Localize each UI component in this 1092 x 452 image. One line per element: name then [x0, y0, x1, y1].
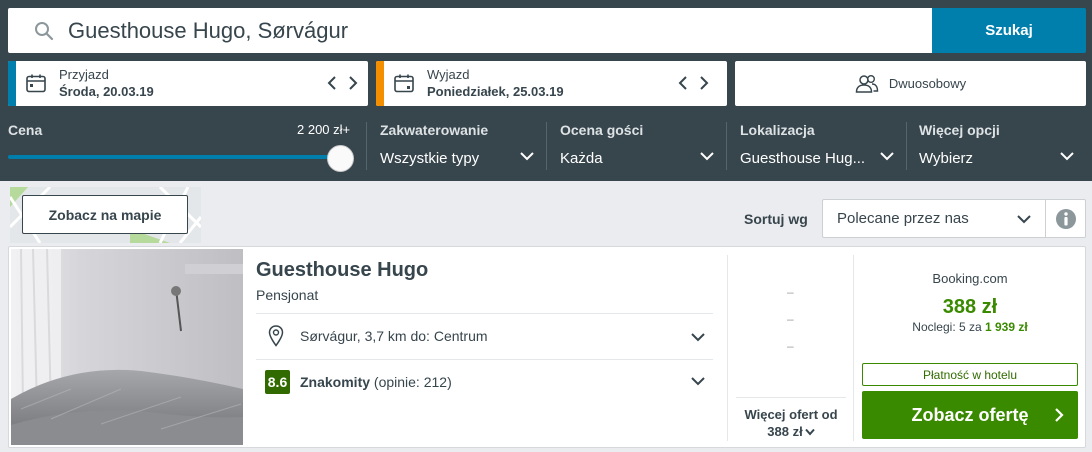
offer-placeholder: – [787, 339, 794, 353]
check-out-stripe [376, 61, 384, 106]
chevron-down-icon [691, 377, 705, 386]
row-divider [256, 313, 713, 314]
location-row[interactable]: Sørvágur, 3,7 km do: Centrum [256, 315, 713, 359]
hotel-result-card: Guesthouse Hugo Pensjonat Sørvágur, 3,7 … [8, 246, 1086, 448]
check-in-value: Środa, 20.03.19 [59, 84, 154, 99]
calendar-icon [394, 74, 414, 93]
search-value: Guesthouse Hugo, Sørvágur [68, 17, 349, 43]
more-options-filter[interactable]: Więcej opcji Wybierz [919, 122, 1075, 170]
hotel-photo-image [11, 249, 243, 445]
chevron-down-icon [700, 152, 714, 161]
check-in-date[interactable]: Przyjazd Środa, 20.03.19 [8, 61, 368, 106]
chevron-down-icon [1017, 215, 1031, 224]
location-filter-value: Guesthouse Hug... [740, 150, 866, 167]
location-text: Sørvágur, 3,7 km do: Centrum [300, 328, 488, 344]
rating-word: Znakomity [300, 374, 371, 390]
more-offers-line1: Więcej ofert od [744, 407, 838, 422]
chevron-down-icon [804, 428, 815, 436]
offer-placeholder: – [787, 312, 794, 326]
location-filter-title: Lokalizacja [740, 122, 815, 138]
more-offers-line2: 388 zł [767, 424, 803, 439]
chevron-down-icon [880, 152, 894, 161]
chevron-down-icon [1060, 152, 1074, 161]
sort-info-button[interactable] [1046, 199, 1086, 238]
view-on-map-button[interactable]: Zobacz na mapie [22, 195, 188, 234]
accommodation-filter[interactable]: Zakwaterowanie Wszystkie typy [380, 122, 536, 170]
nights-prefix: Noclegi: 5 za [912, 320, 985, 334]
rating-count: (opinie: 212) [370, 374, 452, 390]
guest-rating-filter-title: Ocena gości [560, 122, 644, 138]
price-slider-track[interactable] [8, 155, 340, 159]
filter-divider [726, 122, 727, 170]
filter-divider [546, 122, 547, 170]
check-in-stripe [8, 61, 16, 106]
search-button[interactable]: Szukaj [932, 8, 1086, 53]
nights-total: 1 939 zł [985, 320, 1028, 334]
more-options-filter-title: Więcej opcji [919, 122, 1000, 138]
info-icon [1055, 208, 1076, 229]
check-out-value: Poniedziałek, 25.03.19 [427, 84, 564, 99]
room-type-label: Dwuosobowy [888, 76, 967, 91]
more-offers-line2-wrap: 388 zł [736, 423, 846, 440]
chevron-right-icon[interactable] [348, 76, 358, 90]
nights-summary: Noclegi: 5 za 1 939 zł [862, 320, 1078, 334]
people-icon [855, 74, 879, 93]
chevron-left-icon[interactable] [327, 76, 337, 90]
guest-rating-filter[interactable]: Ocena gości Każda [560, 122, 716, 170]
more-offers-button[interactable]: Więcej ofert od 388 zł [736, 397, 846, 440]
calendar-icon [26, 74, 46, 93]
chevron-right-icon [1055, 408, 1064, 422]
search-input[interactable]: Guesthouse Hugo, Sørvágur [8, 8, 932, 53]
payment-badge: Płatność w hotelu [862, 363, 1078, 386]
chevron-down-icon [691, 333, 705, 342]
offer-placeholder: – [787, 285, 794, 299]
column-divider [727, 255, 728, 441]
price-filter-value: 2 200 zł+ [297, 122, 351, 137]
price-slider-handle[interactable] [327, 145, 354, 172]
check-out-date[interactable]: Wyjazd Poniedziałek, 25.03.19 [376, 61, 727, 106]
accommodation-filter-title: Zakwaterowanie [380, 122, 489, 138]
hotel-photo[interactable] [11, 249, 243, 445]
rating-row[interactable]: 8.6 Znakomity (opinie: 212) [256, 360, 713, 404]
sort-select-value: Polecane przez nas [837, 210, 969, 227]
filter-divider [906, 122, 907, 170]
search-icon [35, 21, 54, 40]
filter-divider [366, 122, 367, 170]
location-pin-icon [268, 325, 284, 347]
location-filter[interactable]: Lokalizacja Guesthouse Hug... [740, 122, 896, 170]
provider-name: Booking.com [932, 271, 1008, 286]
more-options-filter-value: Wybierz [919, 150, 974, 167]
view-deal-label: Zobacz ofertę [911, 404, 1029, 425]
column-divider [853, 255, 854, 441]
view-deal-button[interactable]: Zobacz ofertę [862, 391, 1078, 439]
room-type-selector[interactable]: Dwuosobowy [735, 61, 1086, 106]
offer-price[interactable]: 388 zł [862, 296, 1078, 319]
check-in-label: Przyjazd [59, 67, 109, 82]
sort-select[interactable]: Polecane przez nas [822, 199, 1046, 238]
guest-rating-filter-value: Każda [560, 150, 603, 167]
hotel-name[interactable]: Guesthouse Hugo [256, 259, 428, 282]
rating-text: Znakomity (opinie: 212) [300, 374, 452, 390]
rating-score-badge: 8.6 [265, 370, 290, 394]
check-out-label: Wyjazd [427, 67, 470, 82]
sort-label: Sortuj wg [744, 211, 808, 227]
hotel-type: Pensjonat [256, 287, 319, 303]
accommodation-filter-value: Wszystkie typy [380, 150, 480, 167]
top-search-bar: Guesthouse Hugo, Sørvágur Szukaj Przyjaz… [0, 0, 1092, 181]
chevron-down-icon [520, 152, 534, 161]
chevron-right-icon[interactable] [699, 76, 709, 90]
chevron-left-icon[interactable] [678, 76, 688, 90]
